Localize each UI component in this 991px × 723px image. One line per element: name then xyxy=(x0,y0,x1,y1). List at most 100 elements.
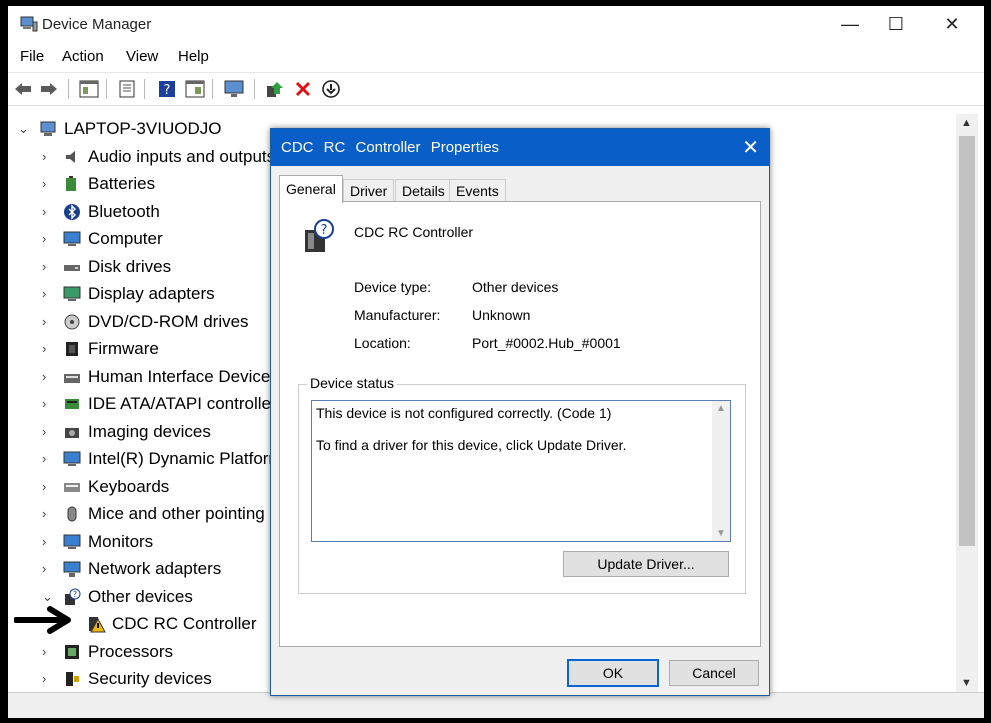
tree-category-item[interactable]: › Monitors xyxy=(8,529,268,555)
menu-help[interactable]: Help xyxy=(178,48,209,65)
back-icon[interactable] xyxy=(12,78,34,100)
location-value: Port_#0002.Hub_#0001 xyxy=(472,335,621,351)
update-driver-icon[interactable] xyxy=(116,78,138,100)
update-driver-button[interactable]: Update Driver... xyxy=(563,551,729,577)
status-scroll-down-icon[interactable]: ▼ xyxy=(716,528,726,539)
download-icon[interactable] xyxy=(320,78,342,100)
battery-icon xyxy=(62,175,82,193)
tree-item-label: Monitors xyxy=(88,531,154,551)
chevron-right-icon[interactable]: › xyxy=(42,314,46,329)
chevron-right-icon[interactable]: › xyxy=(42,149,46,164)
tab-driver[interactable]: Driver xyxy=(343,179,395,202)
tab-details[interactable]: Details xyxy=(395,179,452,202)
tree-category-item[interactable]: › Intel(R) Dynamic Platform xyxy=(8,446,283,472)
tree-category-item[interactable]: › Computer xyxy=(8,226,268,252)
tree-item-label: CDC RC Controller xyxy=(112,614,257,633)
device-status-group: Device status This device is not configu… xyxy=(298,375,746,594)
tree-category-item[interactable]: › Keyboards xyxy=(8,474,268,500)
toolbar-separator xyxy=(68,79,69,99)
tree-category-item[interactable]: › Disk drives xyxy=(8,254,268,280)
properties-icon[interactable] xyxy=(78,78,100,100)
tree-category-item[interactable]: › Batteries xyxy=(8,171,268,197)
tree-category-item[interactable]: › Security devices xyxy=(8,666,268,692)
minimize-button[interactable]: — xyxy=(824,6,876,42)
tree-item-label: Disk drives xyxy=(88,256,172,276)
tree-root[interactable]: ⌄ LAPTOP-3VIUODJO xyxy=(8,116,268,142)
svg-text:?: ? xyxy=(73,590,77,599)
ok-button[interactable]: OK xyxy=(567,659,659,687)
chevron-right-icon[interactable]: › xyxy=(42,424,46,439)
disk-icon xyxy=(62,258,82,276)
chip-icon xyxy=(62,340,82,358)
chevron-right-icon[interactable]: › xyxy=(42,259,46,274)
toolbar-separator xyxy=(106,79,107,99)
forward-icon[interactable] xyxy=(38,78,60,100)
status-scroll-up-icon[interactable]: ▲ xyxy=(716,403,726,414)
manufacturer-label: Manufacturer: xyxy=(354,307,441,323)
scroll-down-icon[interactable]: ▼ xyxy=(961,677,972,689)
tree-category-item[interactable]: › Bluetooth xyxy=(8,199,268,225)
tree-category-item[interactable]: › Display adapters xyxy=(8,281,268,307)
toolbar-separator xyxy=(254,79,255,99)
toolbar: ? xyxy=(8,72,984,106)
close-button[interactable]: ✕ xyxy=(926,6,978,42)
scan-hardware-icon[interactable] xyxy=(224,78,246,100)
chevron-right-icon[interactable]: › xyxy=(42,534,46,549)
tree-category-item[interactable]: › Mice and other pointing devices xyxy=(8,501,327,527)
bluetooth-icon xyxy=(62,203,82,221)
scroll-up-icon[interactable]: ▲ xyxy=(961,117,972,129)
chevron-right-icon[interactable]: › xyxy=(42,451,46,466)
device-status-text-box[interactable]: This device is not configured correctly.… xyxy=(311,400,731,542)
tree-scrollbar[interactable]: ▲ ▼ xyxy=(956,114,978,692)
chevron-down-icon[interactable]: ⌄ xyxy=(18,121,29,137)
ide-icon xyxy=(62,395,82,413)
display-icon xyxy=(62,285,82,303)
computer-icon xyxy=(62,230,82,248)
chevron-right-icon[interactable]: › xyxy=(42,644,46,659)
dialog-close-button[interactable]: ✕ xyxy=(742,135,759,160)
device-type-label: Device type: xyxy=(354,279,432,295)
tab-events[interactable]: Events xyxy=(449,179,506,202)
chevron-right-icon[interactable]: › xyxy=(42,204,46,219)
warning-device-icon xyxy=(86,615,106,633)
tree-category-item[interactable]: › IDE ATA/ATAPI controllers xyxy=(8,391,285,417)
tree-category-item[interactable]: › Network adapters xyxy=(8,556,268,582)
chevron-right-icon[interactable]: › xyxy=(42,341,46,356)
uninstall-icon[interactable] xyxy=(292,78,314,100)
chevron-down-icon[interactable]: ⌄ xyxy=(42,589,53,605)
chevron-right-icon[interactable]: › xyxy=(42,396,46,411)
menu-view[interactable]: View xyxy=(126,48,158,65)
chevron-right-icon[interactable]: › xyxy=(42,671,46,686)
device-status-title: Device status xyxy=(307,375,398,391)
tree-category-item[interactable]: › Human Interface Devices xyxy=(8,364,279,390)
chevron-right-icon[interactable]: › xyxy=(42,506,46,521)
chevron-right-icon[interactable]: › xyxy=(42,479,46,494)
tab-general[interactable]: General xyxy=(279,175,343,203)
help-icon[interactable]: ? xyxy=(156,78,178,100)
menu-action[interactable]: Action xyxy=(62,48,104,65)
dialog-title-bar: CDC RC Controller Properties ✕ xyxy=(271,129,769,166)
add-driver-icon[interactable] xyxy=(264,78,286,100)
maximize-button[interactable]: ☐ xyxy=(870,6,922,42)
tree-item-label: Security devices xyxy=(88,669,212,688)
show-hidden-icon[interactable] xyxy=(184,78,206,100)
chevron-right-icon[interactable]: › xyxy=(42,231,46,246)
tree-category-item[interactable]: › Imaging devices xyxy=(8,419,268,445)
scrollbar-thumb[interactable] xyxy=(959,136,975,546)
chevron-right-icon[interactable]: › xyxy=(42,176,46,191)
tree-category-item[interactable]: › Processors xyxy=(8,639,268,665)
tree-category-item[interactable]: › Firmware xyxy=(8,336,268,362)
chevron-right-icon[interactable]: › xyxy=(42,286,46,301)
status-scrollbar[interactable]: ▲ ▼ xyxy=(712,401,730,541)
menu-file[interactable]: File xyxy=(20,48,44,65)
cancel-button[interactable]: Cancel xyxy=(669,660,759,686)
chevron-right-icon[interactable]: › xyxy=(42,369,46,384)
chevron-right-icon[interactable]: › xyxy=(42,561,46,576)
tree-item-label: Other devices xyxy=(88,586,193,606)
tree-item-label: Keyboards xyxy=(88,476,170,496)
tree-category-item[interactable]: › DVD/CD-ROM drives xyxy=(8,309,268,335)
tree-item-label: Firmware xyxy=(88,339,159,358)
device-name: CDC RC Controller xyxy=(354,224,474,240)
tree-category-item[interactable]: › Audio inputs and outputs xyxy=(8,144,275,170)
camera-icon xyxy=(62,423,82,441)
